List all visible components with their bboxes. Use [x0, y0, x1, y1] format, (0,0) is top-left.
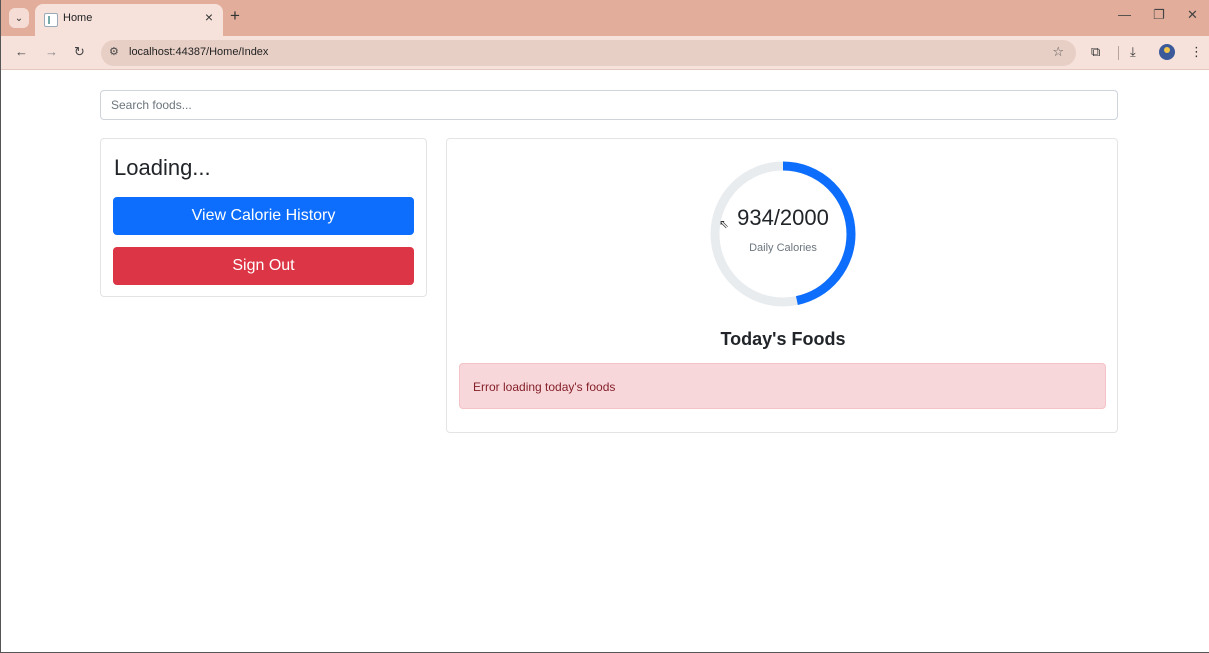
user-heading: Loading...	[114, 155, 211, 180]
back-icon[interactable]: ←	[15, 45, 28, 59]
download-icon[interactable]: ⤓	[1130, 44, 1136, 60]
todays-foods-title: Today's Foods	[720, 329, 846, 349]
window-close-icon[interactable]: ✕	[1187, 8, 1198, 22]
mouse-cursor-icon: ⇖	[719, 217, 730, 231]
extensions-icon[interactable]: ⧉	[1091, 44, 1100, 60]
url-text: localhost:44387/Home/Index	[129, 46, 269, 58]
browser-toolbar: ← → ↻ ⚙ localhost:44387/Home/Index ☆ ⧉ ⤓…	[1, 36, 1209, 70]
page-content: Loading... View Calorie History Sign Out…	[1, 70, 1209, 652]
calorie-count: 934/2000	[737, 205, 829, 230]
search-input[interactable]	[100, 90, 1118, 120]
tab-home[interactable]: Home ×	[35, 4, 223, 36]
error-alert: Error loading today's foods	[459, 363, 1106, 409]
view-calorie-history-button[interactable]: View Calorie History	[113, 197, 414, 235]
toolbar-divider	[1118, 46, 1119, 60]
bookmark-star-icon[interactable]: ☆	[1052, 44, 1064, 60]
sign-out-button[interactable]: Sign Out	[113, 247, 414, 285]
profile-avatar[interactable]	[1159, 44, 1175, 60]
user-card: Loading... View Calorie History Sign Out	[100, 138, 427, 297]
calorie-ring-svg	[710, 161, 856, 307]
tab-strip: ⌄ Home × + — ❐ ✕	[1, 0, 1209, 36]
forward-icon[interactable]: →	[45, 45, 58, 59]
minimize-icon[interactable]: —	[1118, 8, 1131, 22]
site-info-icon[interactable]: ⚙	[109, 45, 119, 58]
calorie-label: Daily Calories	[749, 242, 817, 254]
restore-icon[interactable]: ❐	[1153, 8, 1165, 22]
calories-card: 934/2000 Daily Calories ⇖ Today's Foods …	[446, 138, 1118, 433]
reload-icon[interactable]: ↻	[74, 45, 85, 59]
tab-title: Home	[63, 12, 93, 24]
page-favicon-icon	[44, 13, 58, 27]
address-bar[interactable]: ⚙ localhost:44387/Home/Index ☆	[101, 40, 1076, 66]
tab-close-icon[interactable]: ×	[205, 10, 213, 24]
tab-search-icon[interactable]: ⌄	[9, 8, 29, 28]
calorie-progress-ring: 934/2000 Daily Calories	[709, 160, 857, 308]
menu-icon[interactable]: ⋮	[1190, 44, 1203, 60]
new-tab-icon[interactable]: +	[230, 7, 240, 25]
browser-window: ⌄ Home × + — ❐ ✕ ← → ↻ ⚙ localhost:44387…	[0, 0, 1209, 653]
